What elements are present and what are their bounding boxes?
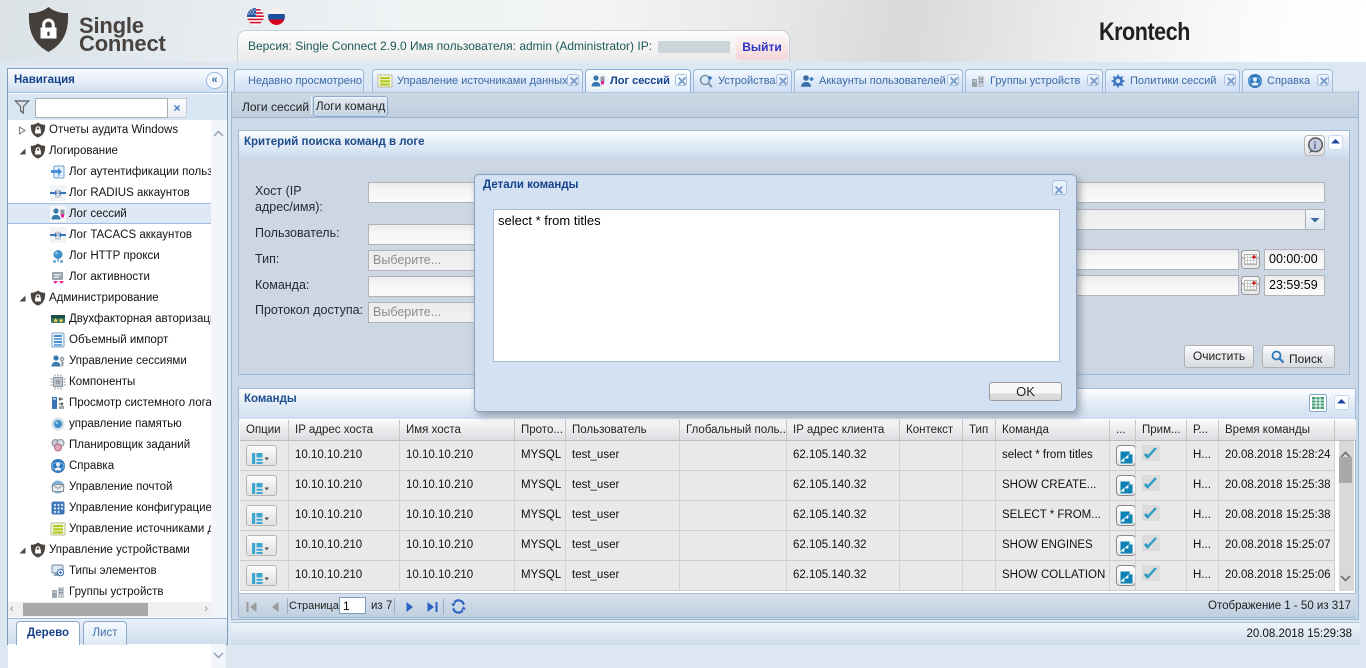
- svg-text:★★: ★★: [53, 318, 64, 325]
